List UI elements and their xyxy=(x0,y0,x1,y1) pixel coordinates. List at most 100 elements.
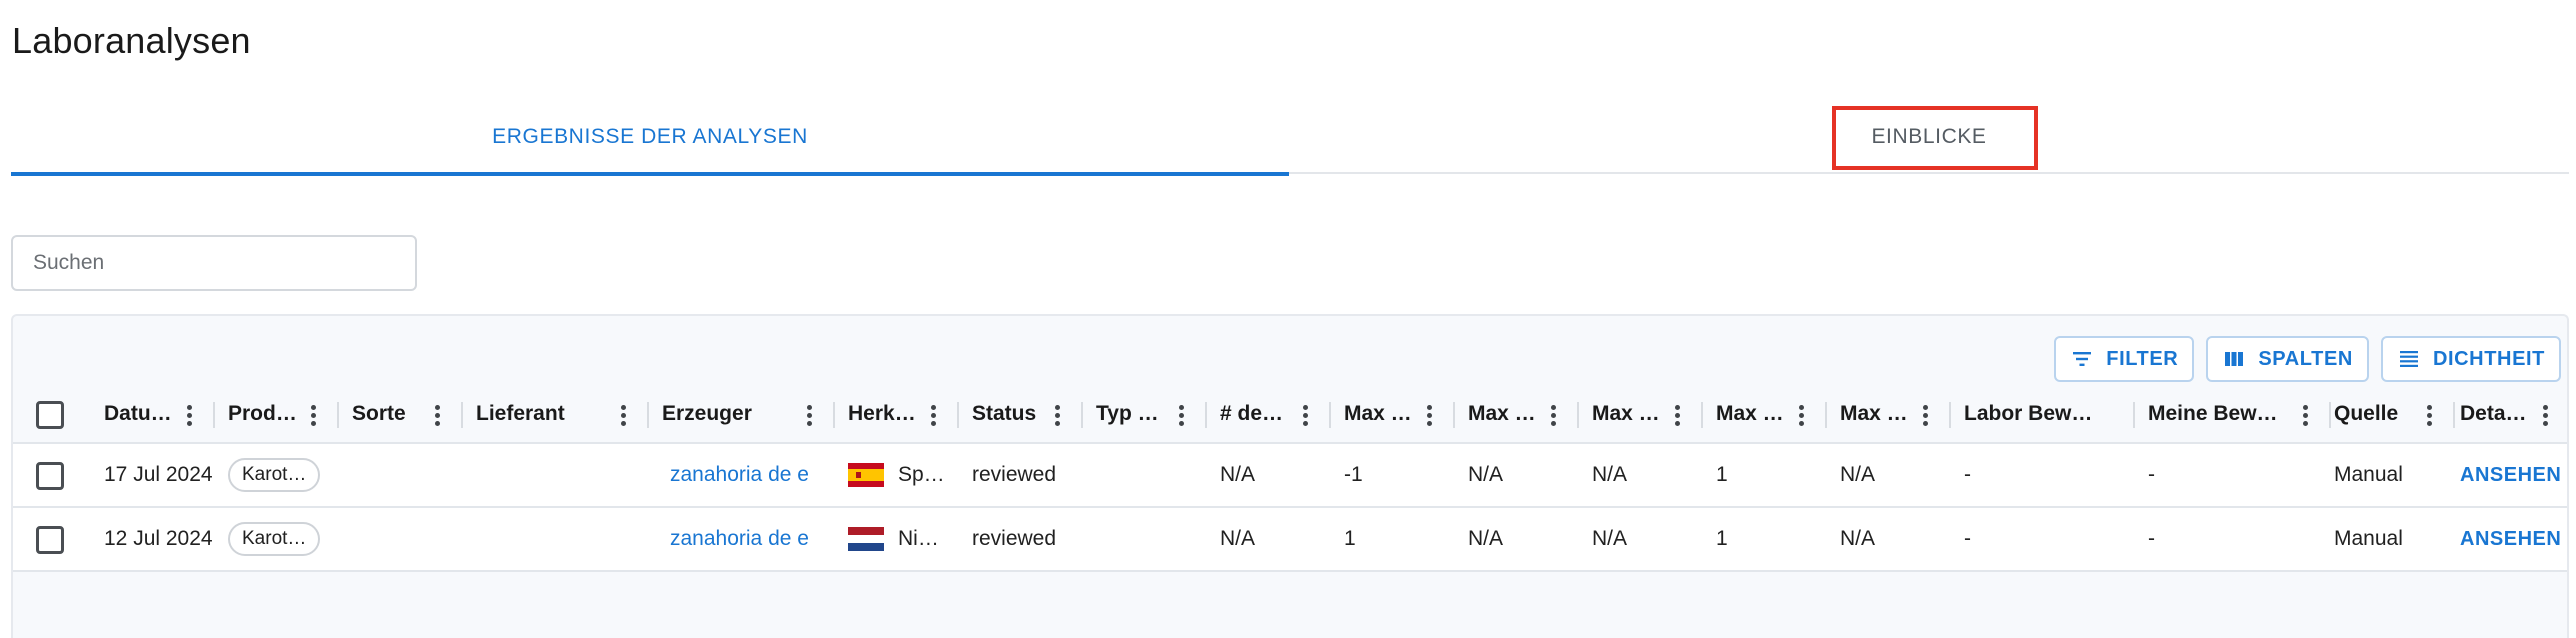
column-header-typ[interactable]: Typ … xyxy=(1096,386,1176,442)
producer-link[interactable]: zanahoria de e xyxy=(670,444,826,506)
column-menu-icon[interactable] xyxy=(1675,405,1681,427)
column-menu-icon[interactable] xyxy=(1303,405,1309,427)
column-separator[interactable] xyxy=(957,402,959,428)
column-menu-icon[interactable] xyxy=(807,405,813,427)
density-button[interactable]: DICHTHEIT xyxy=(2380,336,2561,382)
cell-count: N/A xyxy=(1220,527,1256,550)
column-header-date[interactable]: Datu… xyxy=(104,386,184,442)
tab-analysis-results[interactable]: ERGEBNISSE DER ANALYSEN xyxy=(11,100,1289,176)
column-separator[interactable] xyxy=(1329,402,1331,428)
column-menu-icon[interactable] xyxy=(1179,405,1185,427)
cell-max-1: 1 xyxy=(1344,527,1356,550)
product-chip[interactable]: Karot… xyxy=(228,458,321,492)
column-header-details[interactable]: Deta… xyxy=(2460,386,2540,442)
select-all-checkbox[interactable] xyxy=(36,401,64,429)
column-separator[interactable] xyxy=(2453,402,2455,428)
column-menu-icon[interactable] xyxy=(2427,405,2433,427)
view-button[interactable]: ANSEHEN xyxy=(2460,508,2565,570)
column-separator[interactable] xyxy=(833,402,835,428)
cell-status: reviewed xyxy=(972,527,1057,550)
column-menu-icon[interactable] xyxy=(931,405,937,427)
columns-button[interactable]: SPALTEN xyxy=(2206,336,2369,382)
column-separator[interactable] xyxy=(1825,402,1827,428)
table-row[interactable]: 12 Jul 2024 Karot… zanahoria de e Ni… re… xyxy=(13,508,2567,572)
column-menu-icon[interactable] xyxy=(1799,405,1805,427)
column-header-max-1[interactable]: Max … xyxy=(1344,386,1424,442)
cell-lieferant xyxy=(476,508,636,570)
column-menu-icon[interactable] xyxy=(621,405,627,427)
column-header-quelle[interactable]: Quelle xyxy=(2334,386,2424,442)
filter-label: FILTER xyxy=(2106,347,2179,370)
search-input[interactable] xyxy=(11,235,417,291)
column-separator[interactable] xyxy=(1081,402,1083,428)
column-separator[interactable] xyxy=(461,402,463,428)
cell-quelle: Manual xyxy=(2334,527,2403,550)
column-menu-icon[interactable] xyxy=(1427,405,1433,427)
page-title: Laboranalysen xyxy=(12,20,251,61)
column-header-count[interactable]: # de… xyxy=(1220,386,1300,442)
column-separator[interactable] xyxy=(337,402,339,428)
cell-date: 12 Jul 2024 xyxy=(104,527,213,550)
column-header-status[interactable]: Status xyxy=(972,386,1052,442)
product-chip[interactable]: Karot… xyxy=(228,522,321,556)
cell-herkunft: Ni… xyxy=(848,508,953,570)
cell-max-3: N/A xyxy=(1592,527,1628,550)
producer-link[interactable]: zanahoria de e xyxy=(670,508,826,570)
column-header-erzeuger[interactable]: Erzeuger xyxy=(662,386,802,442)
column-menu-icon[interactable] xyxy=(1923,405,1929,427)
column-header-max-4[interactable]: Max … xyxy=(1716,386,1796,442)
cell-lieferant xyxy=(476,444,636,506)
column-header-max-3[interactable]: Max … xyxy=(1592,386,1672,442)
column-menu-icon[interactable] xyxy=(1055,405,1061,427)
column-separator[interactable] xyxy=(213,402,215,428)
column-header-max-2[interactable]: Max … xyxy=(1468,386,1548,442)
cell-meine-bewertung: - xyxy=(2148,527,2155,550)
column-header-meine-bewertung[interactable]: Meine Bew… xyxy=(2148,386,2298,442)
cell-max-2: N/A xyxy=(1468,463,1504,486)
cell-meine-bewertung: - xyxy=(2148,463,2155,486)
tab-insights[interactable]: EINBLICKE xyxy=(1289,100,2569,174)
tab-label: ERGEBNISSE DER ANALYSEN xyxy=(492,125,808,148)
column-separator[interactable] xyxy=(1949,402,1951,428)
column-separator[interactable] xyxy=(2133,402,2135,428)
column-menu-icon[interactable] xyxy=(2303,405,2309,427)
column-menu-icon[interactable] xyxy=(311,405,317,427)
cell-status: reviewed xyxy=(972,463,1057,486)
column-menu-icon[interactable] xyxy=(2543,405,2549,427)
column-menu-icon[interactable] xyxy=(435,405,441,427)
column-menu-icon[interactable] xyxy=(1551,405,1557,427)
cell-max-3: N/A xyxy=(1592,463,1628,486)
cell-product: Karot… xyxy=(228,444,338,506)
column-menu-icon[interactable] xyxy=(187,405,193,427)
cell-max-5: N/A xyxy=(1840,463,1876,486)
spain-flag-icon xyxy=(848,463,884,487)
view-button[interactable]: ANSEHEN xyxy=(2460,444,2565,506)
column-header-herkunft[interactable]: Herk… xyxy=(848,386,928,442)
column-header-labor-bewertung[interactable]: Labor Bew… xyxy=(1964,386,2114,442)
column-separator[interactable] xyxy=(2329,402,2331,428)
cell-max-1: -1 xyxy=(1344,463,1363,486)
column-separator[interactable] xyxy=(1453,402,1455,428)
cell-typ xyxy=(1096,508,1196,570)
cell-date: 17 Jul 2024 xyxy=(104,463,213,486)
grid-toolbar: FILTER SPALTEN DICHTHEIT xyxy=(2054,336,2561,382)
column-separator[interactable] xyxy=(1701,402,1703,428)
column-separator[interactable] xyxy=(1205,402,1207,428)
density-icon xyxy=(2399,351,2418,367)
column-header-max-5[interactable]: Max … xyxy=(1840,386,1920,442)
filter-button[interactable]: FILTER xyxy=(2054,336,2195,382)
column-header-lieferant[interactable]: Lieferant xyxy=(476,386,616,442)
tab-bar: ERGEBNISSE DER ANALYSEN EINBLICKE xyxy=(11,100,2569,176)
column-header-sorte[interactable]: Sorte xyxy=(352,386,432,442)
columns-icon xyxy=(2225,352,2244,366)
cell-count: N/A xyxy=(1220,463,1256,486)
row-checkbox[interactable] xyxy=(36,462,64,490)
cell-typ xyxy=(1096,444,1196,506)
column-separator[interactable] xyxy=(1577,402,1579,428)
column-separator[interactable] xyxy=(647,402,649,428)
table-row[interactable]: 17 Jul 2024 Karot… zanahoria de e Sp… re… xyxy=(13,444,2567,508)
column-header-product[interactable]: Prod… xyxy=(228,386,308,442)
cell-max-5: N/A xyxy=(1840,527,1876,550)
cell-labor-bewertung: - xyxy=(1964,527,1971,550)
row-checkbox[interactable] xyxy=(36,526,64,554)
